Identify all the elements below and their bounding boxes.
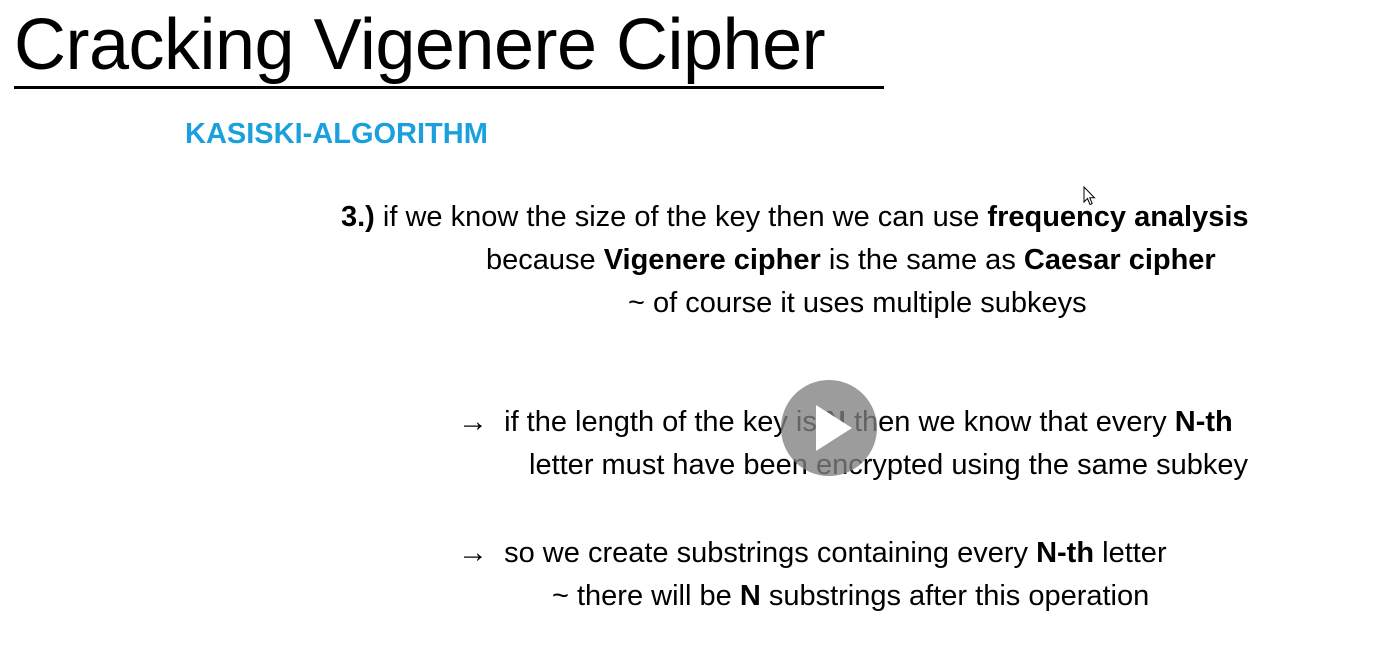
right-arrow-icon: → <box>458 536 488 569</box>
bullet2-line2-bold: N <box>739 580 761 612</box>
point3-line2-bold-b: Caesar cipher <box>1023 244 1216 276</box>
point3-line2-bold-a: Vigenere cipher <box>603 244 821 276</box>
bullet1-text-a: if the length of the key is <box>504 406 817 438</box>
bullet1-line2: letter must have been encrypted using th… <box>529 449 1248 481</box>
bullet2-line2: ~ there will be N substrings after this … <box>552 579 1149 613</box>
bullet1-bold-b: N-th <box>1174 406 1233 438</box>
point3-line3: ~ of course it uses multiple subkeys <box>628 287 1087 319</box>
title-underline <box>14 86 884 89</box>
bullet2-line2-text-b: substrings after this operation <box>768 580 1150 612</box>
play-icon <box>816 405 852 451</box>
bullet2-text-a: so we create substrings containing every <box>504 537 1029 569</box>
video-play-button[interactable] <box>781 380 877 476</box>
bullet1-text-b: then we know that every <box>853 406 1167 438</box>
point3-line2-text-b: is the same as <box>828 244 1016 276</box>
point3-line1: 3.) if we know the size of the key then … <box>341 200 1249 234</box>
point-number: 3.) <box>341 201 375 233</box>
bullet2-text-b: letter <box>1102 537 1167 569</box>
bullet2-line1: → so we create substrings containing eve… <box>458 536 1167 570</box>
bullet2-line2-text-a: ~ there will be <box>552 580 732 612</box>
point3-line2-text-a: because <box>486 244 596 276</box>
bullet2-bold-a: N-th <box>1036 537 1095 569</box>
point3-line1-text: if we know the size of the key then we c… <box>382 201 980 233</box>
mouse-pointer-icon <box>1083 186 1096 206</box>
point3-line2: because Vigenere cipher is the same as C… <box>486 243 1216 277</box>
point3-line1-bold: frequency analysis <box>987 201 1249 233</box>
slide-title: Cracking Vigenere Cipher <box>14 5 826 85</box>
slide-subtitle: KASISKI-ALGORITHM <box>185 118 488 150</box>
right-arrow-icon: → <box>458 405 488 438</box>
